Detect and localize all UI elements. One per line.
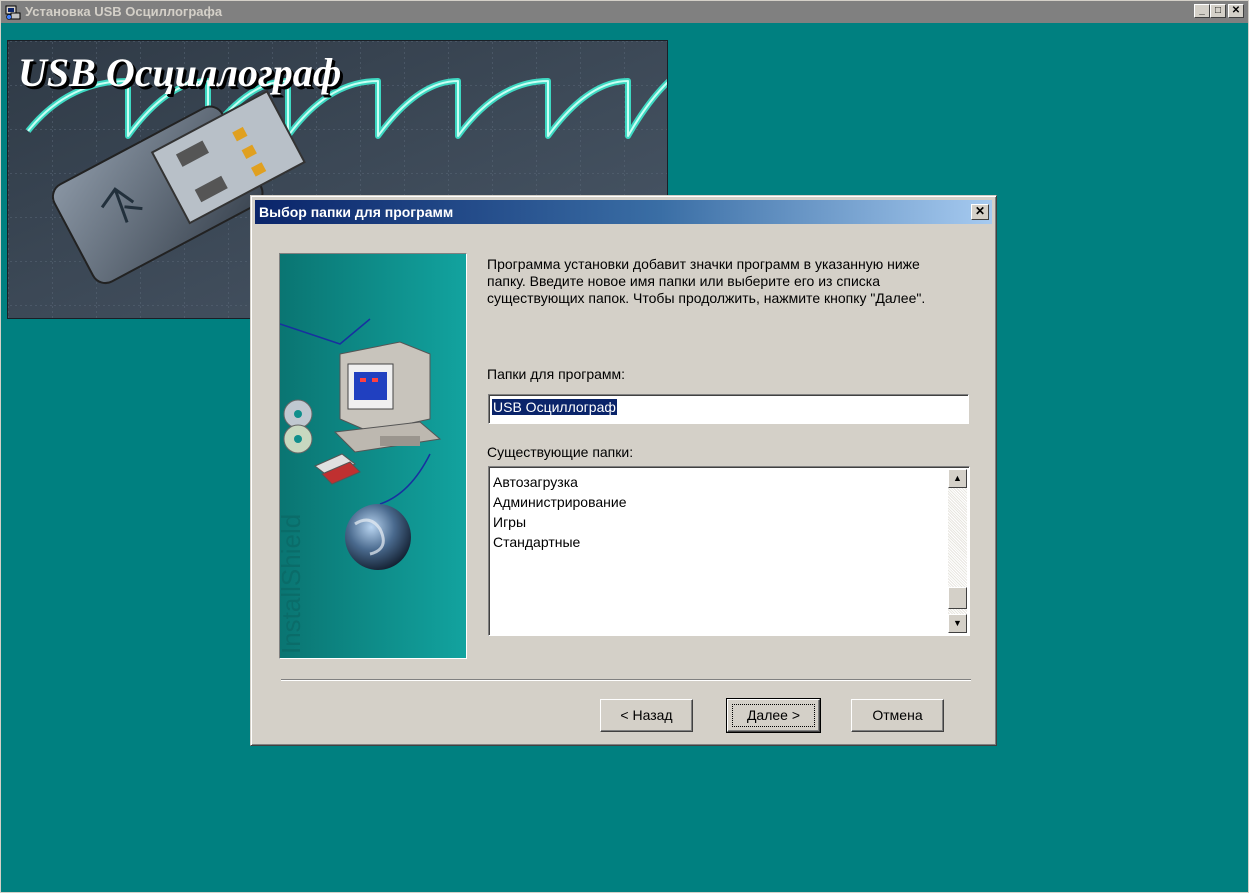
list-scrollbar[interactable]: ▲ ▼ xyxy=(948,469,967,633)
scroll-up-icon: ▲ xyxy=(953,473,962,483)
list-item[interactable]: Автозагрузка xyxy=(493,472,627,492)
installshield-graphic: InstallShield xyxy=(280,254,466,658)
existing-folders-label: Существующие папки: xyxy=(487,444,634,460)
cancel-button[interactable]: Отмена xyxy=(851,699,944,732)
program-folder-value: USB Осциллограф xyxy=(492,399,617,415)
folder-dialog: Выбор папки для программ ✕ InstallShield… xyxy=(250,195,997,746)
installer-app-icon xyxy=(5,4,21,20)
dialog-description: Программа установки добавит значки прогр… xyxy=(487,256,926,306)
folder-list-items: Автозагрузка Администрирование Игры Стан… xyxy=(493,472,627,552)
installer-title: Установка USB Осциллографа xyxy=(25,4,223,19)
installshield-side-image: InstallShield xyxy=(279,253,467,659)
minimize-icon: _ xyxy=(1199,5,1205,16)
scroll-down-icon: ▼ xyxy=(953,618,962,628)
list-item[interactable]: Игры xyxy=(493,512,627,532)
list-item[interactable]: Стандартные xyxy=(493,532,627,552)
list-item[interactable]: Администрирование xyxy=(493,492,627,512)
button-separator xyxy=(281,679,971,681)
program-folder-label: Папки для программ: xyxy=(487,366,626,382)
close-button[interactable]: ✕ xyxy=(1228,4,1244,18)
window-controls: _ □ ✕ xyxy=(1194,4,1244,18)
maximize-icon: □ xyxy=(1214,5,1222,16)
dialog-title: Выбор папки для программ xyxy=(259,204,454,220)
next-button[interactable]: Далее > xyxy=(726,698,821,733)
globe-icon xyxy=(345,504,411,570)
banner-title: USB Осциллограф xyxy=(18,50,342,95)
existing-folders-list[interactable]: Автозагрузка Администрирование Игры Стан… xyxy=(488,466,970,636)
back-button[interactable]: < Назад xyxy=(600,699,693,732)
minimize-button[interactable]: _ xyxy=(1194,4,1210,18)
installer-titlebar[interactable]: Установка USB Осциллографа _ □ ✕ xyxy=(1,1,1248,23)
program-folder-input[interactable]: USB Осциллограф xyxy=(488,394,969,424)
maximize-button[interactable]: □ xyxy=(1210,4,1226,18)
close-icon: ✕ xyxy=(974,204,986,218)
close-icon: ✕ xyxy=(1231,5,1241,16)
installshield-watermark: InstallShield xyxy=(280,514,306,654)
dialog-close-button[interactable]: ✕ xyxy=(971,204,989,220)
dialog-titlebar[interactable]: Выбор папки для программ ✕ xyxy=(255,200,992,224)
scroll-down-button[interactable]: ▼ xyxy=(948,614,967,633)
computer-icon xyxy=(333,341,442,453)
scroll-thumb[interactable] xyxy=(948,587,967,609)
scroll-up-button[interactable]: ▲ xyxy=(948,469,967,488)
